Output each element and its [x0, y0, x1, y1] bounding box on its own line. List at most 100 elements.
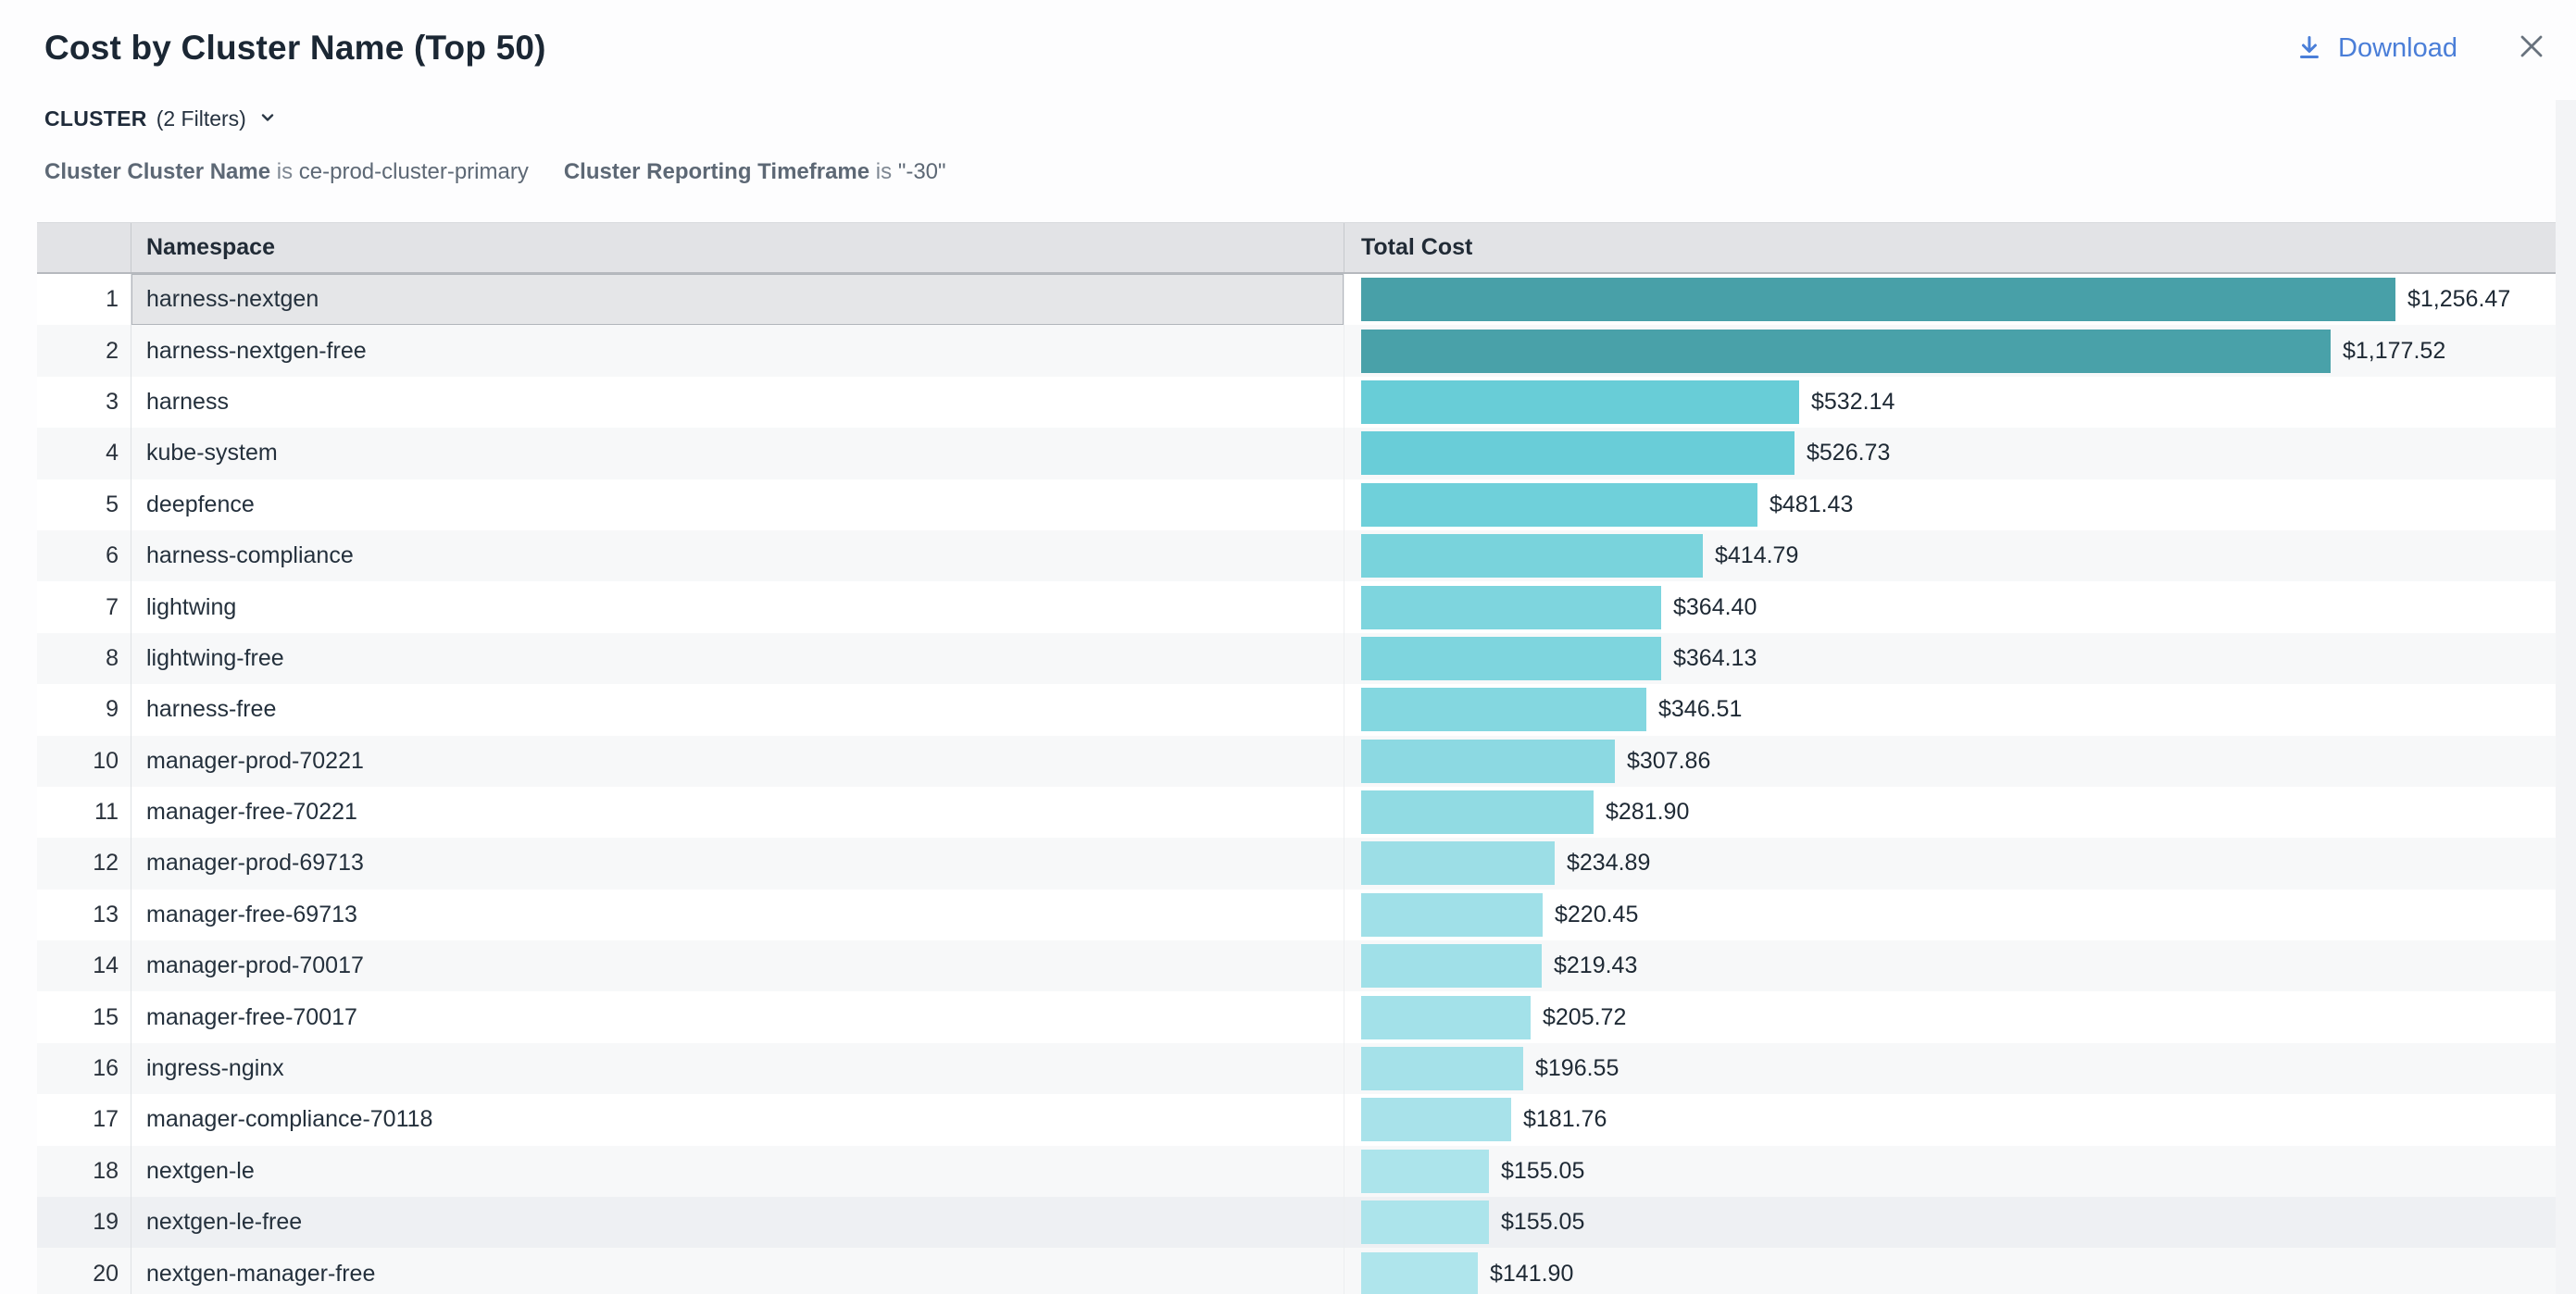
- cost-value-label: $141.90: [1490, 1261, 1573, 1288]
- namespace-cell[interactable]: harness-compliance: [131, 530, 1344, 581]
- table-row[interactable]: 17manager-compliance-70118 $181.76: [37, 1094, 2556, 1145]
- table-row[interactable]: 4kube-system$526.73: [37, 428, 2556, 479]
- cost-bar: [1361, 944, 1542, 988]
- panel-header: Cost by Cluster Name (Top 50) Download: [44, 22, 2552, 74]
- cost-bar: [1361, 431, 1794, 475]
- filter-group-label: CLUSTER: [44, 106, 147, 131]
- cost-bar: [1361, 1201, 1489, 1244]
- namespace-cell[interactable]: manager-free-69713: [131, 890, 1344, 940]
- namespace-cell[interactable]: harness-nextgen: [131, 274, 1344, 325]
- cost-by-cluster-panel: { "header": { "title": "Cost by Cluster …: [0, 0, 2576, 1294]
- total-cost-cell[interactable]: $346.51: [1344, 684, 2556, 735]
- total-cost-cell[interactable]: $155.05: [1344, 1146, 2556, 1197]
- cost-bar: [1361, 278, 2395, 321]
- table-row[interactable]: 12manager-prod-69713 $234.89: [37, 838, 2556, 889]
- header-cell-total-cost[interactable]: Total Cost: [1344, 223, 2556, 272]
- cost-bar: [1361, 1150, 1489, 1193]
- namespace-cell[interactable]: harness-nextgen-free: [131, 325, 1344, 376]
- total-cost-cell[interactable]: $220.45: [1344, 890, 2556, 940]
- namespace-cell[interactable]: manager-prod-70221: [131, 736, 1344, 787]
- filter-chip-1[interactable]: Cluster Cluster Name is ce-prod-cluster-…: [44, 159, 529, 185]
- cost-bar: [1361, 996, 1531, 1039]
- row-index: 13: [37, 890, 131, 940]
- filter-chip-2[interactable]: Cluster Reporting Timeframe is "-30": [564, 159, 946, 185]
- table-row[interactable]: 10manager-prod-70221$307.86: [37, 736, 2556, 787]
- cost-bar: [1361, 841, 1555, 885]
- cost-value-label: $346.51: [1658, 696, 1742, 723]
- total-cost-cell[interactable]: $364.40: [1344, 581, 2556, 632]
- table-row[interactable]: 6harness-compliance $414.79: [37, 530, 2556, 581]
- filter-group-dropdown[interactable]: CLUSTER (2 Filters): [44, 105, 278, 132]
- cost-value-label: $234.89: [1567, 850, 1650, 877]
- namespace-cell[interactable]: manager-prod-69713: [131, 838, 1344, 889]
- table-row[interactable]: 13manager-free-69713$220.45: [37, 890, 2556, 940]
- total-cost-cell[interactable]: $526.73: [1344, 428, 2556, 479]
- scrollbar-track[interactable]: [2556, 100, 2576, 1294]
- total-cost-cell[interactable]: $181.76: [1344, 1094, 2556, 1145]
- total-cost-cell[interactable]: $532.14: [1344, 377, 2556, 428]
- cost-value-label: $1,256.47: [2407, 286, 2510, 313]
- namespace-cell[interactable]: manager-prod-70017: [131, 940, 1344, 991]
- namespace-cell[interactable]: harness-free: [131, 684, 1344, 735]
- total-cost-cell[interactable]: $234.89: [1344, 838, 2556, 889]
- close-button[interactable]: [2511, 28, 2552, 68]
- download-button[interactable]: Download: [2295, 33, 2457, 64]
- table-row[interactable]: 8lightwing-free$364.13: [37, 633, 2556, 684]
- total-cost-cell[interactable]: $364.13: [1344, 633, 2556, 684]
- cost-value-label: $196.55: [1535, 1055, 1619, 1082]
- row-index: 17: [37, 1094, 131, 1145]
- cost-value-label: $532.14: [1811, 389, 1894, 416]
- download-label: Download: [2338, 33, 2457, 64]
- namespace-cell[interactable]: manager-free-70221: [131, 787, 1344, 838]
- namespace-cell[interactable]: deepfence: [131, 479, 1344, 530]
- row-index: 12: [37, 838, 131, 889]
- namespace-cell[interactable]: nextgen-le: [131, 1146, 1344, 1197]
- table-row[interactable]: 2harness-nextgen-free$1,177.52: [37, 325, 2556, 376]
- table-row[interactable]: 20nextgen-manager-free$141.90: [37, 1248, 2556, 1294]
- namespace-cell[interactable]: manager-free-70017: [131, 991, 1344, 1042]
- table-row[interactable]: 3harness$532.14: [37, 377, 2556, 428]
- total-cost-cell[interactable]: $281.90: [1344, 787, 2556, 838]
- cost-value-label: $1,177.52: [2343, 338, 2445, 365]
- total-cost-cell[interactable]: $205.72: [1344, 991, 2556, 1042]
- namespace-cell[interactable]: harness: [131, 377, 1344, 428]
- namespace-cell[interactable]: ingress-nginx: [131, 1043, 1344, 1094]
- cost-value-label: $181.76: [1523, 1106, 1607, 1133]
- total-cost-cell[interactable]: $414.79: [1344, 530, 2556, 581]
- total-cost-cell[interactable]: $141.90: [1344, 1248, 2556, 1294]
- row-index: 11: [37, 787, 131, 838]
- namespace-cell[interactable]: lightwing: [131, 581, 1344, 632]
- namespace-cell[interactable]: kube-system: [131, 428, 1344, 479]
- total-cost-cell[interactable]: $307.86: [1344, 736, 2556, 787]
- row-index: 14: [37, 940, 131, 991]
- total-cost-cell[interactable]: $1,256.47: [1344, 274, 2556, 325]
- table-row[interactable]: 18nextgen-le$155.05: [37, 1146, 2556, 1197]
- table-header-row: Namespace Total Cost: [37, 222, 2556, 274]
- table-row[interactable]: 5deepfence$481.43: [37, 479, 2556, 530]
- table-row[interactable]: 16ingress-nginx$196.55: [37, 1043, 2556, 1094]
- row-index: 6: [37, 530, 131, 581]
- row-index: 9: [37, 684, 131, 735]
- total-cost-cell[interactable]: $481.43: [1344, 479, 2556, 530]
- namespace-cell[interactable]: nextgen-manager-free: [131, 1248, 1344, 1294]
- table-row[interactable]: 14manager-prod-70017$219.43: [37, 940, 2556, 991]
- total-cost-cell[interactable]: $1,177.52: [1344, 325, 2556, 376]
- namespace-cell[interactable]: nextgen-le-free: [131, 1197, 1344, 1248]
- table-row[interactable]: 11manager-free-70221$281.90: [37, 787, 2556, 838]
- namespace-cell[interactable]: lightwing-free: [131, 633, 1344, 684]
- cost-bar: [1361, 330, 2331, 373]
- row-index: 19: [37, 1197, 131, 1248]
- total-cost-cell[interactable]: $196.55: [1344, 1043, 2556, 1094]
- namespace-cell[interactable]: manager-compliance-70118: [131, 1094, 1344, 1145]
- row-index: 8: [37, 633, 131, 684]
- total-cost-cell[interactable]: $155.05: [1344, 1197, 2556, 1248]
- table-row[interactable]: 9harness-free $346.51: [37, 684, 2556, 735]
- cost-value-label: $414.79: [1715, 542, 1798, 569]
- total-cost-cell[interactable]: $219.43: [1344, 940, 2556, 991]
- filter-count-label: (2 Filters): [156, 106, 246, 131]
- table-row[interactable]: 19nextgen-le-free$155.05: [37, 1197, 2556, 1248]
- table-row[interactable]: 1harness-nextgen$1,256.47: [37, 274, 2556, 325]
- table-row[interactable]: 15manager-free-70017$205.72: [37, 991, 2556, 1042]
- header-cell-namespace[interactable]: Namespace: [131, 223, 1344, 272]
- table-row[interactable]: 7lightwing$364.40: [37, 581, 2556, 632]
